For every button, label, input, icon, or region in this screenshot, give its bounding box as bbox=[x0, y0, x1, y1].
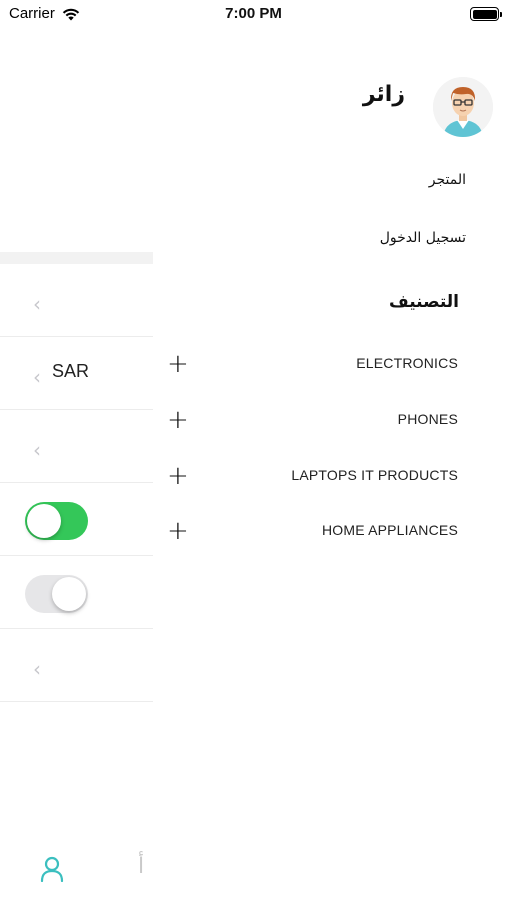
categories-title: التصنيف bbox=[388, 292, 459, 312]
category-label: LAPTOPS IT PRODUCTS bbox=[291, 467, 458, 483]
category-row[interactable]: + HOME APPLIANCES bbox=[153, 513, 507, 553]
avatar[interactable] bbox=[433, 77, 493, 137]
category-label: HOME APPLIANCES bbox=[321, 522, 458, 538]
category-row[interactable]: + PHONES bbox=[153, 402, 507, 442]
menu-item-store[interactable]: المتجر bbox=[429, 172, 466, 188]
settings-row-toggle-off bbox=[0, 556, 153, 629]
toggle-switch-off[interactable] bbox=[25, 575, 88, 613]
plus-icon[interactable]: + bbox=[167, 349, 189, 379]
status-bar: Carrier 7:00 PM bbox=[0, 0, 507, 30]
chevron-left-icon: ‹ bbox=[33, 438, 41, 462]
username-label: زائر bbox=[362, 82, 405, 107]
language-tab-icon[interactable]: أ bbox=[138, 854, 144, 879]
settings-row-1[interactable]: ‹ bbox=[0, 264, 153, 337]
settings-panel: ‹ ‹ SAR ‹ ‹ bbox=[0, 252, 153, 712]
user-icon[interactable] bbox=[40, 856, 64, 886]
tab-bar: أ bbox=[0, 840, 200, 900]
category-label: PHONES bbox=[397, 411, 458, 427]
chevron-left-icon: ‹ bbox=[33, 657, 41, 681]
side-drawer: زائر المتجر تسجيل الدخول التصنيف + ELECT… bbox=[153, 30, 507, 830]
plus-icon[interactable]: + bbox=[167, 461, 189, 491]
plus-icon[interactable]: + bbox=[167, 405, 189, 435]
category-row[interactable]: + ELECTRONICS bbox=[153, 346, 507, 386]
toggle-switch-on[interactable] bbox=[25, 502, 88, 540]
category-label: ELECTRONICS bbox=[356, 355, 458, 371]
chevron-left-icon: ‹ bbox=[33, 292, 41, 316]
settings-row-currency[interactable]: ‹ SAR bbox=[0, 337, 153, 410]
battery-icon bbox=[470, 7, 502, 21]
menu-item-login[interactable]: تسجيل الدخول bbox=[380, 230, 466, 246]
toggle-knob bbox=[52, 577, 86, 611]
toggle-knob bbox=[27, 504, 61, 538]
chevron-left-icon: ‹ bbox=[33, 365, 41, 389]
currency-value: SAR bbox=[52, 361, 90, 381]
plus-icon[interactable]: + bbox=[167, 516, 189, 546]
settings-row-3[interactable]: ‹ bbox=[0, 410, 153, 483]
settings-row-toggle-on bbox=[0, 483, 153, 556]
settings-header bbox=[0, 252, 153, 264]
settings-row-6[interactable]: ‹ bbox=[0, 629, 153, 702]
category-row[interactable]: + LAPTOPS IT PRODUCTS bbox=[153, 458, 507, 498]
status-time: 7:00 PM bbox=[225, 5, 282, 22]
